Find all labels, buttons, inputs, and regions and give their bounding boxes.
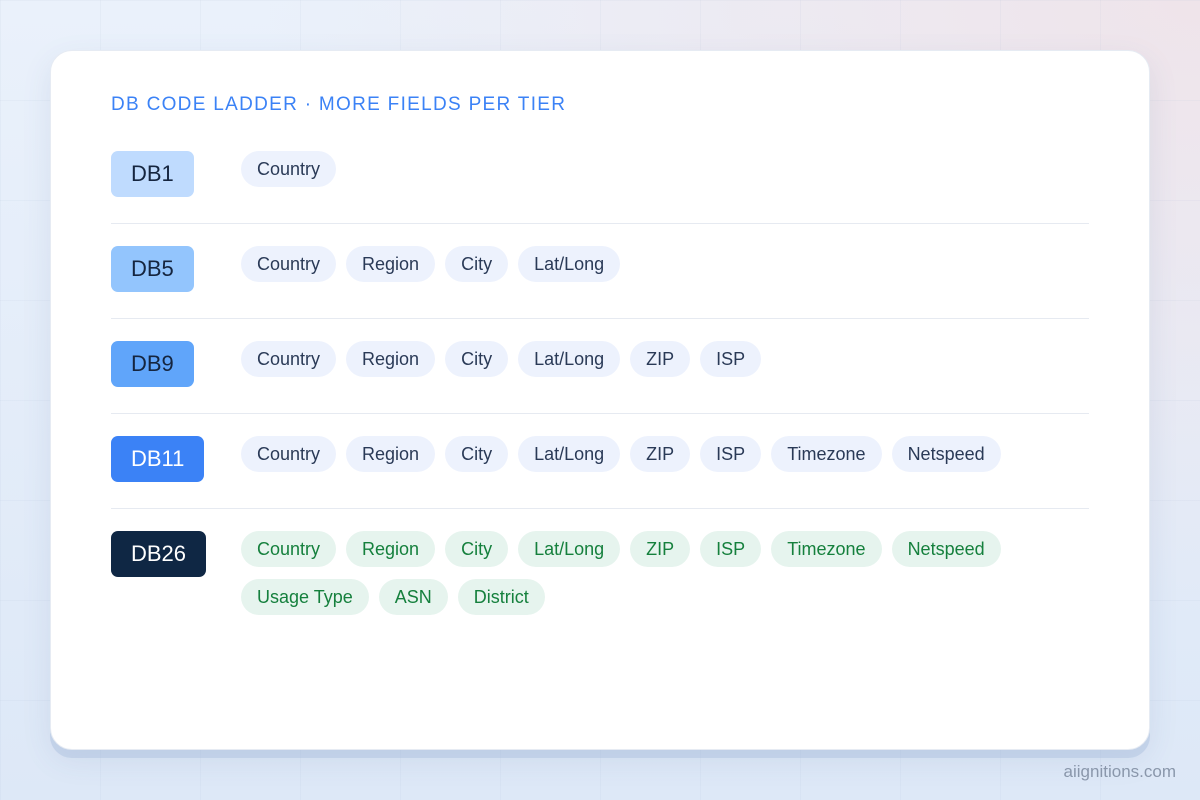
tier-code-badge: DB9 <box>111 341 194 387</box>
tier-code-column: DB26 <box>111 531 241 577</box>
field-chip: ZIP <box>630 341 691 377</box>
field-chip: Lat/Long <box>518 246 621 282</box>
field-chip: Timezone <box>771 531 882 567</box>
field-chip: Usage Type <box>241 579 369 615</box>
tier-row: DB26 Country Region City Lat/Long ZIP ISP Timez… <box>111 509 1089 641</box>
field-chip: Lat/Long <box>518 341 621 377</box>
tier-row: DB1 Country <box>111 129 1089 224</box>
tier-code-column: DB1 <box>111 151 241 197</box>
field-chip: Netspeed <box>891 531 1001 567</box>
field-chip: Netspeed <box>891 436 1001 472</box>
tier-code-badge: DB1 <box>111 151 194 197</box>
field-chip: District <box>457 579 545 615</box>
field-chip: ZIP <box>630 531 691 567</box>
field-chip: Lat/Long <box>518 436 621 472</box>
tier-row: DB11 Country Region City Lat/Long ZIP ISP Timez… <box>111 414 1089 509</box>
field-chip: City <box>445 246 509 282</box>
tier-list: DB1 Country DB5 Country Region City Lat/Long DB… <box>111 129 1089 641</box>
tier-row: DB5 Country Region City Lat/Long <box>111 224 1089 319</box>
field-chip: Region <box>346 246 436 282</box>
field-chip: City <box>445 341 509 377</box>
watermark: aiignitions.com <box>1063 762 1176 781</box>
field-chip: City <box>445 531 509 567</box>
field-chip: ISP <box>700 531 762 567</box>
field-chip: Country <box>241 341 337 377</box>
tier-code-badge: DB5 <box>111 246 194 292</box>
tier-code-column: DB9 <box>111 341 241 387</box>
field-chip: Region <box>346 436 436 472</box>
field-chip: ASN <box>378 579 448 615</box>
field-chip: Timezone <box>771 436 882 472</box>
field-chip-list: Country Region City Lat/Long <box>241 246 1061 282</box>
field-chip-list: Country <box>241 151 1061 187</box>
field-chip: ISP <box>700 436 762 472</box>
field-chip: Country <box>241 531 337 567</box>
ladder-card: DB CODE LADDER · MORE FIELDS PER TIER DB… <box>50 50 1150 750</box>
field-chip: Region <box>346 341 436 377</box>
field-chip: Country <box>241 246 337 282</box>
tier-code-badge: DB11 <box>111 436 205 482</box>
field-chip-list: Country Region City Lat/Long ZIP ISP Timezone N… <box>241 436 1061 472</box>
field-chip: Country <box>241 436 337 472</box>
tier-code-badge: DB26 <box>111 531 207 577</box>
field-chip: Lat/Long <box>518 531 621 567</box>
field-chip-list: Country Region City Lat/Long ZIP ISP Timezone N… <box>241 531 1061 615</box>
page-title: DB CODE LADDER · MORE FIELDS PER TIER <box>111 94 567 115</box>
tier-code-column: DB11 <box>111 436 241 482</box>
field-chip-list: Country Region City Lat/Long ZIP ISP <box>241 341 1061 377</box>
tier-row: DB9 Country Region City Lat/Long ZIP ISP <box>111 319 1089 414</box>
field-chip: City <box>445 436 509 472</box>
field-chip: Region <box>346 531 436 567</box>
field-chip: Country <box>241 151 337 187</box>
field-chip: ISP <box>700 341 762 377</box>
tier-code-column: DB5 <box>111 246 241 292</box>
field-chip: ZIP <box>630 436 691 472</box>
